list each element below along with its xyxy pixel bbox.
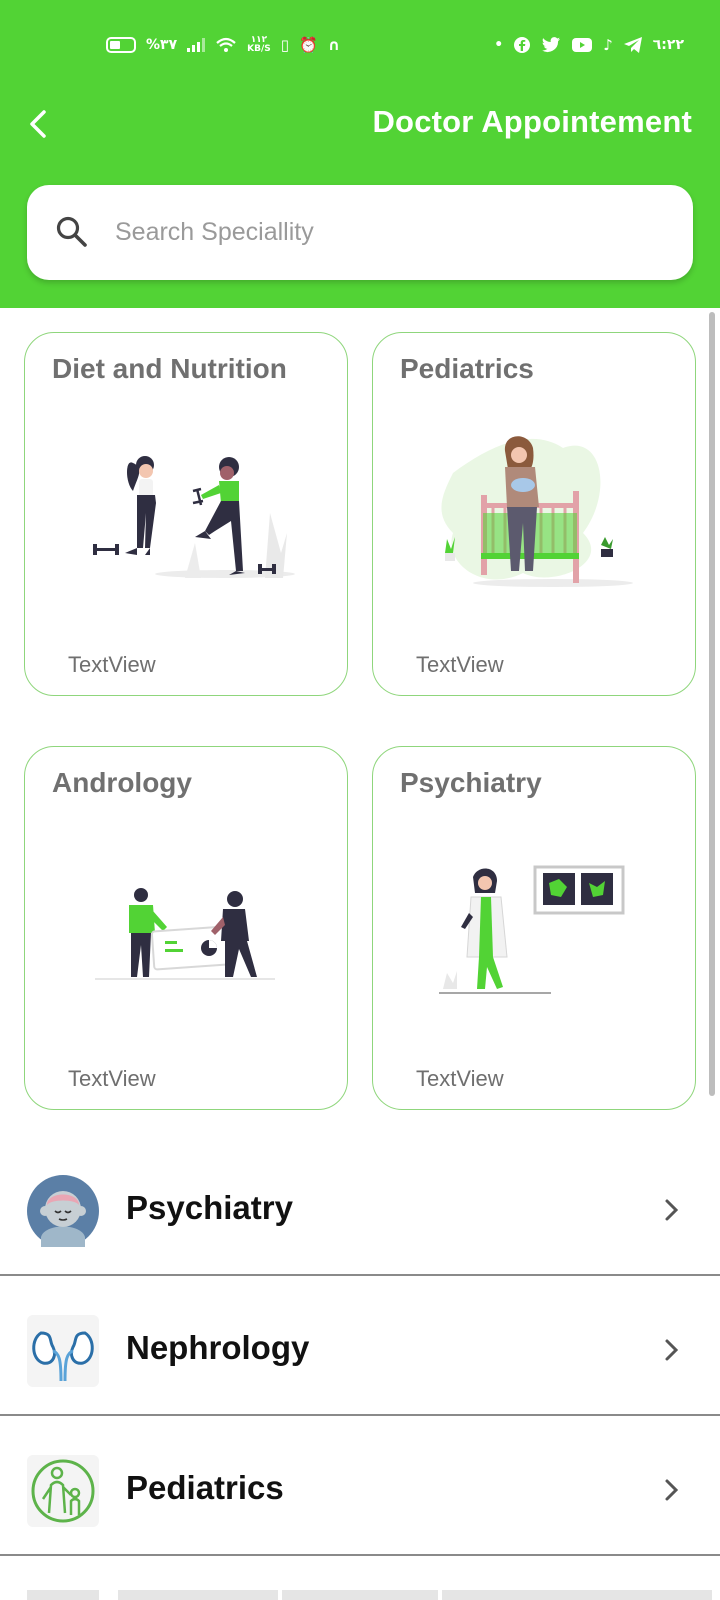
list-item-label: Psychiatry <box>126 1189 293 1226</box>
net-speed: ١١٢ KB/S <box>247 36 271 54</box>
search-input[interactable] <box>115 207 655 257</box>
doctor-illustration <box>439 865 625 994</box>
next-row-peek <box>282 1590 438 1600</box>
card-subtitle: TextView <box>68 1066 156 1091</box>
notification-dot-icon: • <box>494 37 504 53</box>
card-title: Pediatrics <box>400 353 534 384</box>
tiktok-icon: ♪ <box>603 36 613 54</box>
card-title: Andrology <box>52 767 192 798</box>
page-title: Doctor Appointement <box>372 104 692 139</box>
youtube-icon <box>572 38 593 52</box>
clock-time: ٦:٢٢ <box>652 37 684 53</box>
list-item-label: Nephrology <box>126 1329 310 1366</box>
signal-icon <box>187 38 206 52</box>
card-subtitle: TextView <box>68 652 156 677</box>
next-row-peek <box>27 1590 99 1600</box>
next-row-peek <box>118 1590 278 1600</box>
speciality-card-andrology[interactable]: Andrology TextView <box>24 746 348 1110</box>
headset-icon: ∩ <box>327 36 340 54</box>
telegram-icon <box>623 37 642 53</box>
back-arrow-icon[interactable] <box>24 106 52 142</box>
battery-icon <box>106 37 136 53</box>
scrollbar[interactable] <box>709 312 715 1096</box>
app-header: %٣٧ ١١٢ KB/S ▯ ⏰ ∩ • ♪ ٦:٢٢ Doctor Appoin… <box>0 0 720 308</box>
chevron-right-icon <box>665 1479 679 1501</box>
crib-illustration <box>441 436 633 587</box>
divider <box>0 1554 720 1556</box>
alarm-icon: ⏰ <box>299 36 318 54</box>
twitter-icon <box>542 37 561 53</box>
card-subtitle: TextView <box>416 652 504 677</box>
speciality-card-psychiatry[interactable]: Psychiatry TextView <box>372 746 696 1110</box>
divider <box>0 1414 720 1416</box>
divider <box>0 1274 720 1276</box>
kidneys-icon <box>27 1315 99 1387</box>
fitness-illustration <box>93 456 295 578</box>
card-subtitle: TextView <box>416 1066 504 1091</box>
next-row-peek <box>442 1590 712 1600</box>
brain-avatar-icon <box>27 1175 99 1247</box>
list-item-psychiatry[interactable]: Psychiatry <box>0 1143 720 1283</box>
status-bar: %٣٧ ١١٢ KB/S ▯ ⏰ ∩ • ♪ ٦:٢٢ <box>0 28 720 64</box>
list-item-label: Pediatrics <box>126 1469 284 1506</box>
list-item-nephrology[interactable]: Nephrology <box>0 1283 720 1423</box>
speciality-card-pediatrics[interactable]: Pediatrics TextView <box>372 332 696 696</box>
parent-child-icon <box>27 1455 99 1527</box>
list-item-pediatrics[interactable]: Pediatrics <box>0 1423 720 1563</box>
chevron-right-icon <box>665 1199 679 1221</box>
chevron-right-icon <box>665 1339 679 1361</box>
battery-percent: %٣٧ <box>146 37 178 53</box>
wifi-icon <box>216 37 236 52</box>
net-speed-unit: KB/S <box>247 44 271 54</box>
vibrate-icon: ▯ <box>280 36 289 54</box>
card-title: Diet and Nutrition <box>52 353 287 384</box>
presentation-illustration <box>95 888 275 980</box>
speciality-card-diet-nutrition[interactable]: Diet and Nutrition TextView <box>24 332 348 696</box>
search-icon <box>56 216 87 247</box>
card-title: Psychiatry <box>400 767 542 798</box>
search-bar[interactable] <box>27 185 693 280</box>
facebook-icon <box>514 37 531 53</box>
